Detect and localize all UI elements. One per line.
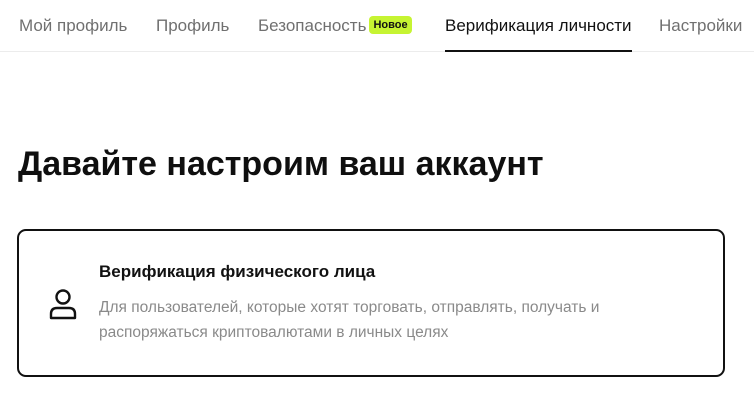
tab-label: Профиль [156,16,230,35]
tab-my-profile[interactable]: Мой профиль [19,0,127,52]
tab-label: Настройки [659,16,743,35]
tab-label: Верификация личности [445,16,632,35]
tab-identity-verification[interactable]: Верификация личности [445,0,632,52]
card-title: Верификация физического лица [99,262,376,281]
profile-tabs: Мой профиль Профиль Безопасность Новое Ве… [0,0,754,52]
tab-settings[interactable]: Настройки [659,0,742,52]
user-icon [48,288,78,320]
page-title: Давайте настроим ваш аккаунт [18,145,544,183]
tab-profile[interactable]: Профиль [156,0,229,52]
tab-label: Безопасность [258,16,367,35]
new-badge: Новое [369,15,412,34]
tab-label: Мой профиль [19,16,128,35]
tab-security[interactable]: Безопасность Новое [258,0,412,52]
card-description: Для пользователей, которые хотят торгова… [99,299,600,341]
individual-verification-card[interactable]: Верификация физического лица Для пользов… [17,229,725,377]
